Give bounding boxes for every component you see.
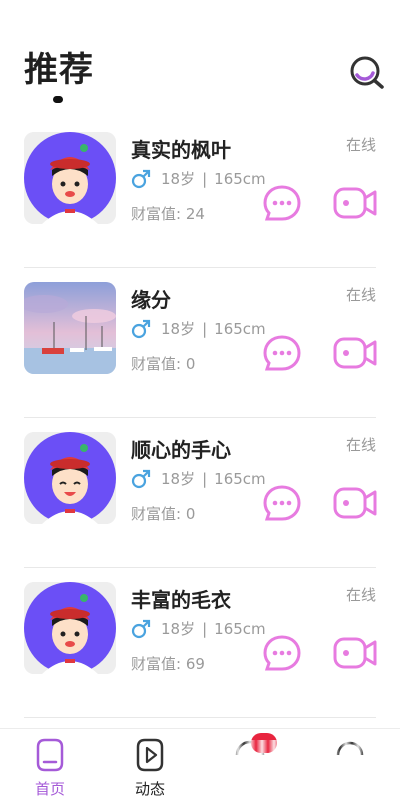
tab-home[interactable]: 首页 (20, 737, 80, 800)
online-status: 在线 (345, 436, 376, 454)
video-camera-icon (333, 337, 377, 369)
wealth-value: 24 (185, 205, 205, 223)
wealth-label: 财富值: (131, 505, 182, 523)
wealth: 财富值: 24 (131, 203, 205, 224)
user-card[interactable]: 缘分 在线 18岁 | 165cm 财富值: 0 (0, 268, 400, 418)
user-card[interactable]: 真实的枫叶 在线 18岁 | 165cm 财富值: 24 (0, 118, 400, 268)
wealth-label: 财富值: (131, 205, 182, 223)
wealth: 财富值: 69 (131, 653, 205, 674)
user-meta: 18岁 | 165cm (131, 468, 266, 489)
user-card[interactable]: 丰富的毛衣 在线 18岁 | 165cm 财富值: 69 (0, 568, 400, 718)
user-meta: 18岁 | 165cm (131, 168, 266, 189)
avatar (24, 582, 116, 674)
video-camera-icon (333, 187, 377, 219)
user-meta: 18岁 | 165cm (131, 618, 266, 639)
chat-button[interactable] (262, 334, 302, 372)
chat-button[interactable] (262, 634, 302, 672)
video-call-button[interactable] (333, 634, 377, 672)
male-icon (131, 169, 151, 188)
wealth-label: 财富值: (131, 355, 182, 373)
online-status: 在线 (345, 286, 376, 304)
user-age: 18岁 (161, 620, 196, 638)
divider (24, 717, 376, 718)
video-camera-icon (333, 637, 377, 669)
wealth-value: 0 (185, 355, 196, 373)
video-call-button[interactable] (333, 184, 377, 222)
video-call-button[interactable] (333, 334, 377, 372)
video-call-button[interactable] (333, 484, 377, 522)
chat-bubble-icon (263, 335, 301, 371)
male-icon (131, 319, 151, 338)
user-height: 165cm (214, 319, 266, 338)
male-icon (131, 619, 151, 638)
user-name: 顺心的手心 (131, 438, 231, 462)
online-status: 在线 (345, 136, 376, 154)
avatar (24, 432, 116, 524)
user-age: 18岁 (161, 320, 196, 338)
meta-separator: | (202, 169, 208, 188)
tab-feed[interactable]: 动态 (120, 737, 180, 800)
wealth-value: 69 (185, 655, 205, 673)
tab-label: 首页 (34, 780, 65, 798)
play-icon (136, 738, 164, 772)
video-camera-icon (333, 487, 377, 519)
user-name: 真实的枫叶 (131, 138, 231, 162)
chat-bubble-icon (263, 485, 301, 521)
search-button[interactable] (348, 54, 386, 90)
user-card[interactable]: 顺心的手心 在线 18岁 | 165cm 财富值: 0 (0, 418, 400, 568)
wealth: 财富值: 0 (131, 503, 195, 524)
title-indicator (53, 96, 63, 103)
search-icon (350, 56, 384, 89)
wealth: 财富值: 0 (131, 353, 195, 374)
chat-button[interactable] (262, 484, 302, 522)
chat-bubble-icon (263, 635, 301, 671)
online-status: 在线 (345, 586, 376, 604)
page-title: 推荐 (24, 50, 94, 90)
user-height: 165cm (214, 469, 266, 488)
male-icon (131, 469, 151, 488)
avatar (24, 282, 116, 374)
avatar (24, 132, 116, 224)
header: 推荐 (0, 0, 400, 118)
chat-bubble-icon (263, 185, 301, 221)
wealth-label: 财富值: (131, 655, 182, 673)
meta-separator: | (202, 469, 208, 488)
user-name: 丰富的毛衣 (131, 588, 231, 612)
chat-button[interactable] (262, 184, 302, 222)
user-age: 18岁 (161, 170, 196, 188)
user-height: 165cm (214, 619, 266, 638)
user-list: 真实的枫叶 在线 18岁 | 165cm 财富值: 24 缘分 在线 18岁 |… (0, 118, 400, 718)
meta-separator: | (202, 619, 208, 638)
wealth-value: 0 (185, 505, 196, 523)
user-age: 18岁 (161, 470, 196, 488)
meta-separator: | (202, 319, 208, 338)
home-icon (36, 738, 64, 772)
user-meta: 18岁 | 165cm (131, 318, 266, 339)
user-name: 缘分 (131, 288, 171, 312)
tab-label: 动态 (134, 780, 165, 798)
blur-overlay (196, 740, 400, 800)
user-height: 165cm (214, 169, 266, 188)
